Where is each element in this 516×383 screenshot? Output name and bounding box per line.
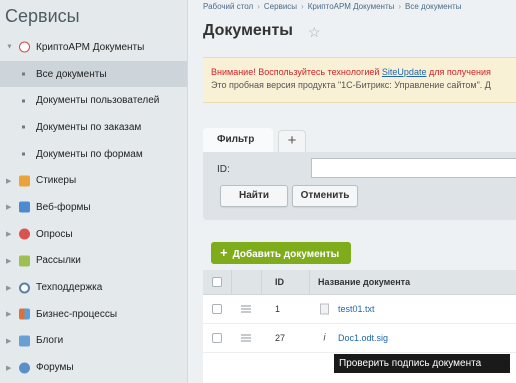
webforms-icon bbox=[19, 201, 30, 213]
document-link[interactable]: test01.txt bbox=[338, 304, 375, 314]
sidebar-item-webforms[interactable]: ▶ Веб-формы bbox=[0, 194, 187, 221]
sidebar-item-label: Техподдержка bbox=[36, 282, 103, 294]
forums-icon bbox=[19, 362, 30, 374]
sidebar-item-cryptoarm[interactable]: ▼ КриптоАРМ Документы bbox=[0, 34, 187, 61]
bizproc-icon bbox=[19, 308, 30, 320]
mailing-icon bbox=[19, 255, 30, 267]
document-link[interactable]: Doc1.odt.sig bbox=[338, 333, 388, 343]
row-id: 27 bbox=[275, 333, 286, 343]
breadcrumb-item[interactable]: Рабочий стол bbox=[203, 2, 253, 11]
breadcrumb: Рабочий стол › Сервисы › КриптоАРМ Документы… bbox=[203, 2, 461, 11]
main-content: Рабочий стол › Сервисы › КриптоАРМ Документы… bbox=[188, 0, 516, 383]
sidebar-subitem-user-documents[interactable]: Документы пользователей bbox=[0, 87, 187, 114]
expand-arrow-icon[interactable]: ▶ bbox=[6, 230, 11, 238]
trial-alert: Внимание! Воспользуйтесь технологией Sit… bbox=[203, 57, 516, 103]
sidebar-item-label: Бизнес-процессы bbox=[36, 308, 118, 320]
sidebar-item-bizproc[interactable]: ▶ Бизнес-процессы bbox=[0, 301, 187, 328]
row-menu-icon[interactable] bbox=[241, 334, 251, 342]
siteupdate-link[interactable]: SiteUpdate bbox=[382, 67, 427, 77]
add-filter-tab-button[interactable]: + bbox=[278, 130, 306, 152]
expand-arrow-icon[interactable]: ▶ bbox=[6, 310, 11, 318]
sidebar-item-polls[interactable]: ▶ Опросы bbox=[0, 221, 187, 248]
support-icon bbox=[19, 282, 30, 294]
sidebar-item-label: КриптоАРМ Документы bbox=[36, 41, 145, 53]
bullet-icon bbox=[22, 99, 25, 103]
tooltip: Проверить подпись документа bbox=[334, 354, 510, 373]
cancel-button[interactable]: Отменить bbox=[292, 185, 358, 207]
crypto-docs-icon bbox=[19, 41, 30, 53]
expand-arrow-icon[interactable]: ▼ bbox=[6, 44, 13, 51]
alert-line-2: Это пробная версия продукта "1С-Битрикс:… bbox=[211, 80, 491, 90]
sidebar-item-label: Опросы bbox=[36, 228, 73, 240]
breadcrumb-separator-icon: › bbox=[301, 2, 304, 11]
alert-warning-text: Внимание! Воспользуйтесь технологией bbox=[211, 67, 380, 77]
sidebar-item-label: Блоги bbox=[36, 335, 64, 347]
breadcrumb-item[interactable]: Все документы bbox=[405, 2, 461, 11]
info-icon[interactable]: i bbox=[320, 332, 329, 344]
row-id: 1 bbox=[275, 304, 281, 314]
add-documents-button[interactable]: + Добавить документы bbox=[211, 242, 351, 264]
sidebar-item-label: Документы пользователей bbox=[36, 95, 160, 107]
polls-icon bbox=[19, 228, 30, 240]
alert-line-1: Внимание! Воспользуйтесь технологией Sit… bbox=[211, 67, 516, 77]
stickers-icon bbox=[19, 175, 30, 187]
expand-arrow-icon[interactable]: ▶ bbox=[6, 203, 11, 211]
sidebar-item-label: Веб-формы bbox=[36, 201, 91, 213]
filter-panel: ID: Найти Отменить bbox=[203, 152, 516, 220]
row-menu-icon[interactable] bbox=[241, 305, 251, 313]
sidebar-subitem-order-documents[interactable]: Документы по заказам bbox=[0, 114, 187, 141]
sidebar-item-forums[interactable]: ▶ Форумы bbox=[0, 354, 187, 381]
sidebar-subitem-form-documents[interactable]: Документы по формам bbox=[0, 141, 187, 168]
column-header-id[interactable]: ID bbox=[275, 277, 284, 287]
row-checkbox[interactable] bbox=[212, 333, 222, 343]
sidebar-item-support[interactable]: ▶ Техподдержка bbox=[0, 274, 187, 301]
sidebar-item-label: Форумы bbox=[36, 362, 74, 374]
page-title: Документы bbox=[203, 22, 293, 39]
expand-arrow-icon[interactable]: ▶ bbox=[6, 284, 11, 292]
column-divider bbox=[309, 270, 310, 295]
tab-filter[interactable]: Фильтр bbox=[203, 128, 273, 152]
sidebar-title: Сервисы bbox=[5, 6, 80, 26]
row-checkbox[interactable] bbox=[212, 304, 222, 314]
sidebar-item-label: Стикеры bbox=[36, 175, 77, 187]
column-divider bbox=[231, 270, 232, 295]
expand-arrow-icon[interactable]: ▶ bbox=[6, 257, 11, 265]
sidebar-item-label: Документы по формам bbox=[36, 148, 143, 160]
table-row[interactable]: 1 test01.txt bbox=[203, 295, 516, 324]
bullet-icon bbox=[22, 152, 25, 156]
filter-id-input[interactable] bbox=[311, 158, 516, 178]
bullet-icon bbox=[22, 72, 25, 76]
column-header-name[interactable]: Название документа bbox=[318, 277, 410, 287]
table-row[interactable]: 27 i Doc1.odt.sig bbox=[203, 324, 516, 353]
sidebar-item-stickers[interactable]: ▶ Стикеры bbox=[0, 167, 187, 194]
sidebar-item-label: Все документы bbox=[36, 68, 107, 80]
breadcrumb-item[interactable]: КриптоАРМ Документы bbox=[308, 2, 395, 11]
breadcrumb-item[interactable]: Сервисы bbox=[264, 2, 297, 11]
add-documents-label: Добавить документы bbox=[232, 249, 340, 260]
plus-icon: + bbox=[220, 245, 228, 260]
expand-arrow-icon[interactable]: ▶ bbox=[6, 337, 11, 345]
breadcrumb-separator-icon: › bbox=[257, 2, 260, 11]
sidebar-subitem-all-documents[interactable]: Все документы bbox=[0, 60, 187, 88]
bullet-icon bbox=[22, 125, 25, 129]
blogs-icon bbox=[19, 335, 30, 347]
filter-id-label: ID: bbox=[217, 164, 230, 175]
favorite-star-icon[interactable]: ☆ bbox=[308, 24, 321, 41]
sidebar-item-label: Рассылки bbox=[36, 255, 81, 267]
file-icon bbox=[320, 303, 329, 315]
table-header: ID Название документа bbox=[203, 270, 516, 295]
column-divider bbox=[261, 270, 262, 295]
sidebar-item-blogs[interactable]: ▶ Блоги bbox=[0, 328, 187, 355]
find-button[interactable]: Найти bbox=[220, 185, 288, 207]
sidebar-item-mailing[interactable]: ▶ Рассылки bbox=[0, 248, 187, 275]
alert-warning-rest: для получения bbox=[428, 67, 491, 77]
sidebar-item-label: Документы по заказам bbox=[36, 121, 142, 133]
breadcrumb-separator-icon: › bbox=[398, 2, 402, 11]
expand-arrow-icon[interactable]: ▶ bbox=[6, 364, 11, 372]
select-all-checkbox[interactable] bbox=[212, 277, 222, 287]
expand-arrow-icon[interactable]: ▶ bbox=[6, 177, 11, 185]
sidebar: Сервисы ▼ КриптоАРМ Документы Все докуме… bbox=[0, 0, 188, 383]
